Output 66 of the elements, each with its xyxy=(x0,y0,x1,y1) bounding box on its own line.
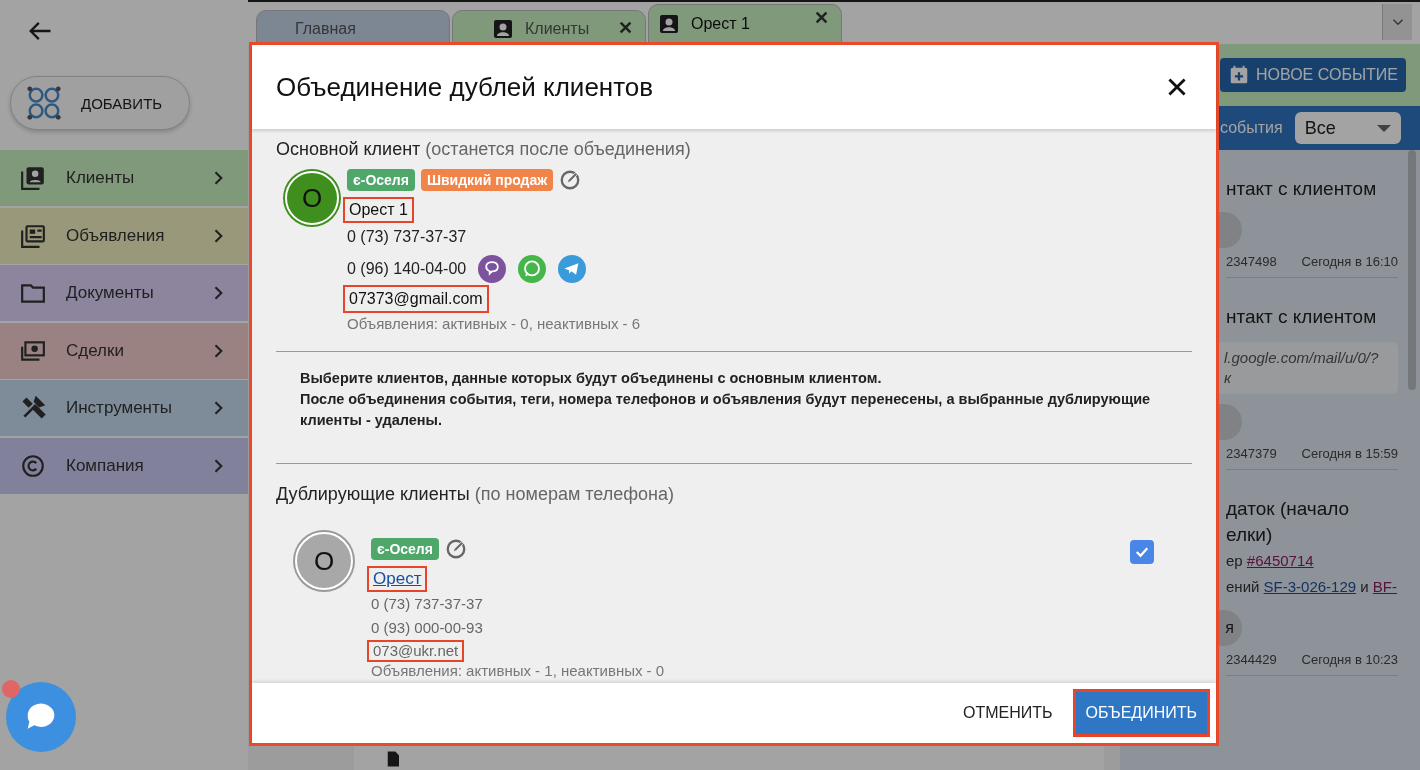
close-tab-icon[interactable]: ✕ xyxy=(814,7,829,29)
cancel-button[interactable]: ОТМЕНИТЬ xyxy=(955,696,1061,730)
merge-button[interactable]: ОБЪЕДИНИТЬ xyxy=(1072,689,1210,737)
listings-count: Объявления: активных - 1, неактивных - 0 xyxy=(371,662,665,680)
tag: Швидкий продаж xyxy=(420,169,554,191)
listings-count: Объявления: активных - 0, неактивных - 6 xyxy=(347,314,641,334)
tag: є-Оселя xyxy=(347,169,415,191)
event-link[interactable]: SF-3-026-129 xyxy=(1263,578,1357,595)
contact-icon xyxy=(657,12,681,36)
chat-phone-icon[interactable] xyxy=(518,255,547,283)
checkbox[interactable] xyxy=(1130,540,1154,564)
phone-number: 0 (93) 000-00-93 xyxy=(371,618,483,638)
event-time: Сегодня в 16:10 xyxy=(1301,254,1398,269)
phone-number: 0 (96) 140-04-00 xyxy=(347,259,467,279)
event-detail: ений SF-3-026-129 и BF- xyxy=(1226,577,1398,597)
event-link[interactable]: #6450714 xyxy=(1246,552,1314,569)
add-button[interactable]: ДОБАВИТЬ xyxy=(10,76,190,130)
client-email: 07373@gmail.com xyxy=(343,285,489,313)
tag: є-Оселя xyxy=(371,538,439,560)
paper-plane-icon[interactable] xyxy=(558,255,587,283)
sidebar-item[interactable]: Клиенты xyxy=(0,150,248,206)
avatar: О xyxy=(285,171,339,225)
phone-number: 0 (73) 737-37-37 xyxy=(371,594,483,614)
phone-bubble-icon[interactable] xyxy=(478,255,507,283)
event-time: Сегодня в 15:59 xyxy=(1301,446,1398,461)
event-time: Сегодня в 10:23 xyxy=(1301,652,1398,667)
filter-label: события xyxy=(1220,119,1283,137)
event-id: 2347379 xyxy=(1226,446,1277,461)
event-id: 2344429 xyxy=(1226,652,1277,667)
event-id: 2347498 xyxy=(1226,254,1277,269)
event-link[interactable]: BF- xyxy=(1372,578,1397,595)
copyright-icon xyxy=(20,452,46,479)
sidebar-item[interactable]: Документы xyxy=(0,265,248,321)
new-event-button[interactable]: НОВОЕ СОБЫТИЕ xyxy=(1220,58,1406,92)
event-title: нтакт с клиентом xyxy=(1226,177,1378,201)
client-name: Орест 1 xyxy=(343,197,414,223)
tab[interactable]: Главная xyxy=(256,10,450,44)
sidebar-item[interactable]: Компания xyxy=(0,437,248,494)
contact-card-icon xyxy=(20,165,46,191)
sidebar-item[interactable]: Сделки xyxy=(0,322,248,379)
event-title: даток (начало елки) xyxy=(1226,497,1351,547)
sidebar-item[interactable]: Объявления xyxy=(0,207,248,264)
client-name-link[interactable]: Орест xyxy=(367,566,428,592)
contact-icon xyxy=(491,17,515,41)
section-heading: Дублирующие клиенты (по номерам телефона) xyxy=(276,483,676,506)
close-tab-icon[interactable]: ✕ xyxy=(618,17,633,39)
dropdown-icon xyxy=(1376,124,1391,132)
logo-icon xyxy=(25,84,63,122)
scrollbar[interactable] xyxy=(1408,150,1416,390)
event-title: нтакт с клиентом xyxy=(1226,305,1378,329)
sidebar-item[interactable]: Инструменты xyxy=(0,380,248,436)
newspaper-icon xyxy=(20,222,46,249)
avatar: О xyxy=(295,532,353,590)
section-heading: Основной клиент (останется после объединения) xyxy=(276,138,692,161)
dialog-title: Объединение дублей клиентов xyxy=(276,71,654,103)
event-quote: l.google.com/mail/u/0/? к xyxy=(1216,342,1398,394)
tab[interactable]: Клиенты ✕ xyxy=(452,10,646,44)
event-detail: ер #6450714 xyxy=(1226,551,1315,571)
filter-select[interactable]: Все xyxy=(1294,112,1401,144)
tools-icon xyxy=(20,395,46,421)
notice-text: Выберите клиентов, данные которых будут объединены с основным клиентом. После объединения события, теги, номера телефонов и объявления будут перенесены, а выбранные дублирующие клиенты - удалены. xyxy=(299,369,1152,430)
tab[interactable]: Орест 1 ✕ xyxy=(648,4,842,44)
edit-icon[interactable] xyxy=(444,538,467,560)
phone-number: 0 (73) 737-37-37 xyxy=(347,227,467,247)
client-email: 073@ukr.net xyxy=(367,640,465,662)
edit-icon[interactable] xyxy=(559,169,582,191)
